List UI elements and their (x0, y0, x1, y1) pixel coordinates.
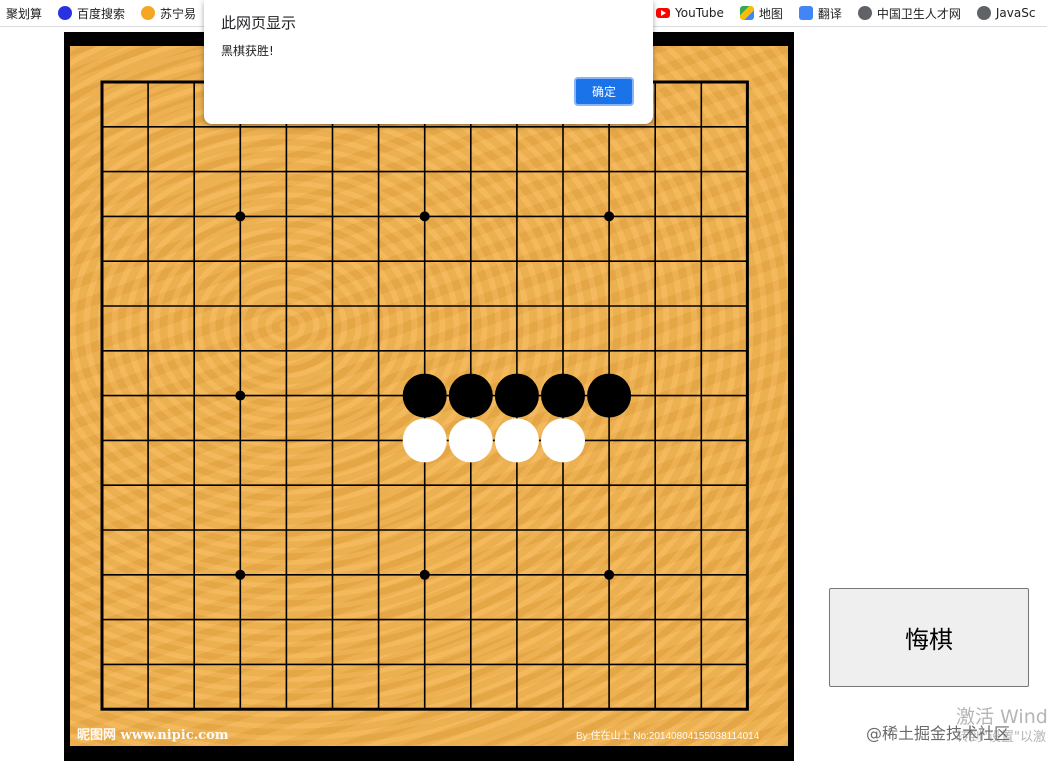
white-stone (494, 418, 539, 463)
star-point (235, 211, 246, 222)
bookmark-juhuasuan[interactable]: 聚划算 (6, 5, 42, 22)
watermark-left: 昵图网 www.nipic.com (77, 728, 229, 743)
suning-icon (141, 6, 156, 20)
bookmark-health-talent[interactable]: 中国卫生人才网 (857, 5, 961, 22)
bookmark-label: JavaSc (995, 6, 1036, 20)
white-stone (541, 418, 585, 463)
ok-button[interactable]: 确定 (574, 77, 634, 106)
bookmark-label: 翻译 (817, 6, 842, 21)
bookmark-label: 苏宁易 (160, 6, 197, 21)
youtube-icon (656, 8, 671, 18)
translate-icon (798, 6, 813, 20)
black-stone (494, 373, 539, 418)
black-stone (541, 373, 585, 418)
black-stone (448, 373, 493, 418)
bookmark-suning[interactable]: 苏宁易 (141, 5, 196, 22)
dialog-title: 此网页显示 (221, 14, 297, 32)
bookmark-label: 地图 (758, 6, 783, 21)
bookmark-youtube[interactable]: YouTube (656, 6, 724, 20)
bookmark-javascript[interactable]: JavaSc (976, 6, 1036, 20)
white-stone (448, 418, 493, 463)
black-stone (402, 373, 447, 418)
bookmark-maps[interactable]: 地图 (739, 5, 783, 22)
star-point (419, 211, 430, 222)
white-stone (402, 418, 447, 463)
globe-icon (976, 6, 991, 20)
bookmark-translate[interactable]: 翻译 (798, 5, 842, 22)
undo-button[interactable]: 悔棋 (829, 588, 1029, 687)
bookmark-label: 百度搜索 (77, 6, 126, 21)
gomoku-board[interactable] (70, 46, 788, 746)
globe-icon (857, 6, 872, 20)
board-grid[interactable] (70, 46, 788, 746)
alert-dialog: 此网页显示 黑棋获胜! 确定 (204, 0, 653, 124)
bookmark-label: 聚划算 (6, 6, 43, 21)
star-point (235, 390, 246, 401)
windows-activation-subtitle: 转到"设置"以激 (956, 730, 1046, 745)
dialog-message: 黑棋获胜! (221, 44, 274, 58)
maps-icon (739, 6, 754, 20)
star-point (235, 569, 246, 580)
bookmark-baidu[interactable]: 百度搜索 (58, 5, 125, 22)
star-point (604, 569, 615, 580)
star-point (419, 569, 430, 580)
star-point (604, 211, 615, 222)
baidu-paw-icon (58, 6, 73, 20)
watermark-right: By:住在山上 No:20140804155038114014 (576, 731, 760, 742)
black-stone (587, 373, 632, 418)
bookmark-label: 中国卫生人才网 (876, 6, 961, 21)
bookmark-label: YouTube (675, 6, 724, 20)
windows-activation-title: 激活 Wind (956, 706, 1047, 728)
